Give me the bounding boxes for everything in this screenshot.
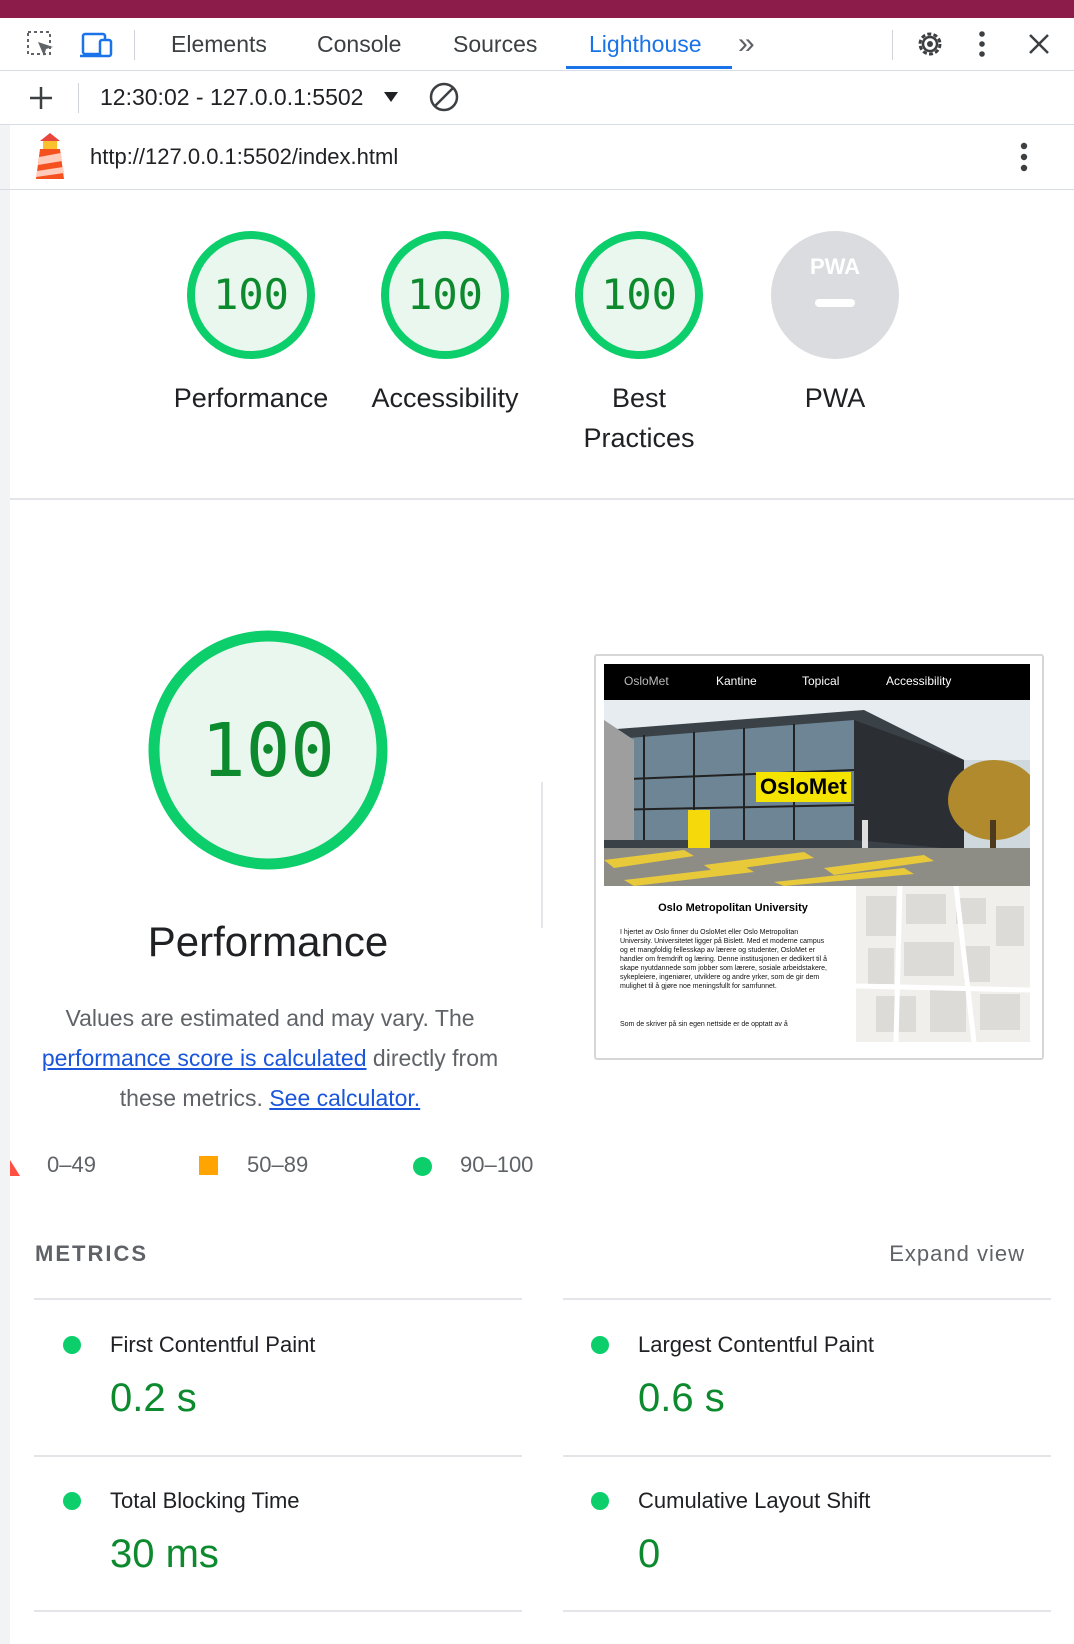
metric-divider	[563, 1610, 1051, 1612]
thumb-nav-item: Kantine	[716, 674, 757, 688]
close-devtools-icon[interactable]	[1027, 32, 1051, 56]
best-practices-gauge-label: Best Practices	[583, 383, 695, 453]
metrics-header: METRICS	[35, 1241, 148, 1266]
pwa-badge-text: PWA	[810, 254, 860, 279]
performance-gauge-score: 100	[213, 270, 289, 319]
average-square-icon	[199, 1156, 218, 1175]
more-options-icon[interactable]	[977, 30, 987, 58]
metric-divider	[563, 1455, 1051, 1457]
legend-fail-label: 0–49	[47, 1152, 96, 1177]
accessibility-gauge-score: 100	[407, 270, 483, 319]
clear-reports-icon[interactable]	[428, 81, 460, 113]
performance-desc-line3: these metrics.	[119, 1085, 263, 1111]
metric-tbt-value: 30 ms	[110, 1532, 219, 1576]
report-url: http://127.0.0.1:5502/index.html	[90, 144, 399, 169]
report-session-select[interactable]: 12:30:02 - 127.0.0.1:5502	[100, 71, 363, 124]
metric-divider	[34, 1455, 522, 1457]
vertical-divider	[541, 782, 543, 928]
more-tabs-icon[interactable]: »	[738, 18, 755, 70]
lighthouse-session-bar: 12:30:02 - 127.0.0.1:5502	[0, 71, 1074, 125]
devtools-tabbar: Elements Console Sources Lighthouse »	[0, 18, 1074, 71]
report-url-bar: http://127.0.0.1:5502/index.html	[0, 125, 1074, 190]
expand-view-toggle[interactable]: Expand view	[889, 1241, 1025, 1267]
inspect-element-icon[interactable]	[26, 30, 56, 60]
session-separator	[78, 83, 79, 113]
performance-gauge-label: Performance	[173, 383, 329, 413]
active-tab-indicator	[566, 66, 732, 69]
thumb-body-tail: Som de skriver på sin egen nettside er d…	[620, 1021, 788, 1028]
window-top-strip	[0, 0, 1074, 18]
performance-desc-line1: Values are estimated and may vary. The	[65, 1005, 475, 1031]
thumb-nav-bar: OsloMet Kantine Topical Accessibility	[604, 664, 1030, 700]
metric-fcp-name: First Contentful Paint	[110, 1332, 316, 1357]
performance-big-score: 100	[201, 708, 335, 794]
performance-desc-line2: directly from	[372, 1045, 499, 1071]
metric-divider	[563, 1298, 1051, 1300]
tabbar-separator	[134, 30, 135, 60]
section-divider	[10, 498, 1074, 500]
metric-divider	[34, 1610, 522, 1612]
fail-triangle-icon	[10, 1158, 20, 1176]
performance-score-link[interactable]: performance score is calculated	[42, 1045, 367, 1071]
metric-pass-dot	[63, 1336, 81, 1354]
performance-description: Values are estimated and may vary. The p…	[20, 998, 520, 1118]
legend-pass-label: 90–100	[460, 1152, 534, 1177]
pass-circle-icon	[413, 1157, 432, 1176]
thumb-nav-item: Accessibility	[886, 674, 952, 688]
lighthouse-logo-icon	[32, 131, 68, 181]
performance-big-gauge: 100	[146, 628, 390, 872]
thumb-nav-item: Topical	[802, 674, 840, 688]
metric-lcp-name: Largest Contentful Paint	[638, 1332, 875, 1357]
metric-fcp-value: 0.2 s	[110, 1376, 197, 1420]
accessibility-gauge-label: Accessibility	[371, 383, 519, 413]
metric-pass-dot	[63, 1492, 81, 1510]
device-toolbar-icon[interactable]	[80, 30, 114, 60]
metric-tbt-name: Total Blocking Time	[110, 1488, 300, 1513]
performance-gauge[interactable]: 100	[184, 228, 318, 362]
performance-title: Performance	[147, 918, 389, 965]
tab-sources[interactable]: Sources	[453, 18, 537, 70]
thumb-body-text: I hjertet av Oslo finner du OsloMet elle…	[620, 929, 828, 990]
see-calculator-link[interactable]: See calculator.	[269, 1085, 420, 1111]
thumb-hero-image: OsloMet	[604, 700, 1030, 886]
metric-pass-dot	[591, 1492, 609, 1510]
metric-cls-value: 0	[638, 1532, 661, 1576]
new-report-plus-icon[interactable]	[28, 85, 54, 111]
thumb-heading: Oslo Metropolitan University	[658, 902, 808, 914]
metric-pass-dot	[591, 1336, 609, 1354]
legend-average-label: 50–89	[247, 1152, 309, 1177]
tab-elements[interactable]: Elements	[171, 18, 267, 70]
metric-lcp-value: 0.6 s	[638, 1376, 725, 1420]
tabbar-separator	[892, 30, 893, 60]
best-practices-gauge[interactable]: 100	[572, 228, 706, 362]
thumb-map	[856, 886, 1030, 1042]
metric-divider	[34, 1298, 522, 1300]
best-practices-gauge-score: 100	[601, 270, 677, 319]
left-gutter	[0, 190, 10, 1644]
metric-cls-name: Cumulative Layout Shift	[638, 1488, 871, 1513]
tab-console[interactable]: Console	[317, 18, 401, 70]
pwa-gauge[interactable]: PWA	[768, 228, 902, 362]
pwa-gauge-label: PWA	[804, 383, 866, 413]
accessibility-gauge[interactable]: 100	[378, 228, 512, 362]
report-menu-icon[interactable]	[1019, 141, 1029, 173]
thumb-nav-item: OsloMet	[624, 674, 669, 688]
dropdown-arrow-icon[interactable]	[383, 90, 399, 104]
settings-gear-icon[interactable]	[914, 28, 946, 60]
final-screenshot-thumbnail[interactable]: OsloMet Kantine Topical Accessibility Os…	[594, 654, 1044, 1060]
left-gutter	[0, 125, 10, 189]
thumb-hero-sign: OsloMet	[756, 772, 851, 802]
tab-lighthouse[interactable]: Lighthouse	[589, 18, 702, 70]
